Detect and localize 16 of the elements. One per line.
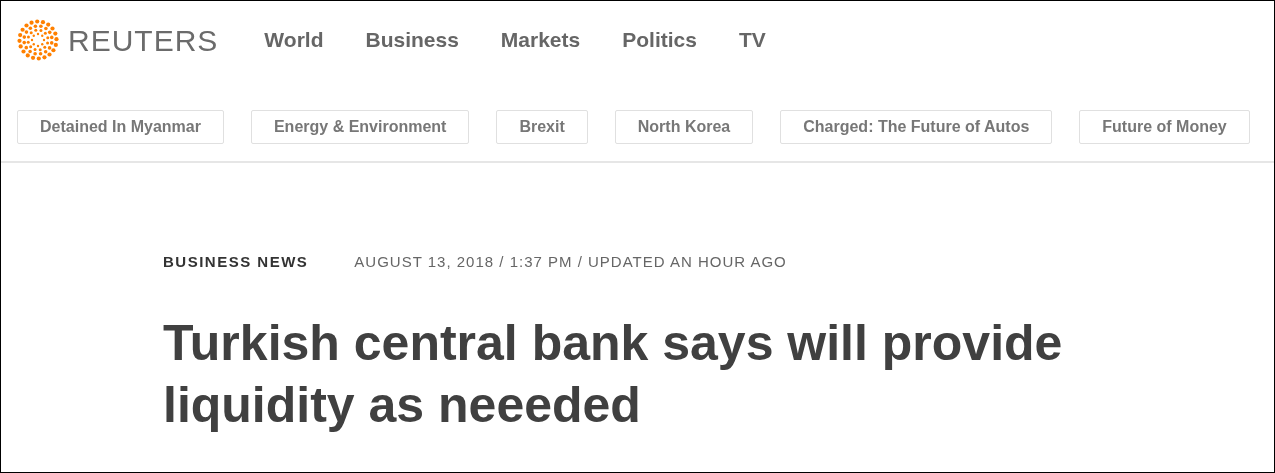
topic-link[interactable]: Brexit [496, 110, 588, 144]
logo-icon [16, 18, 60, 62]
topic-link[interactable]: Energy & Environment [250, 110, 470, 144]
topic-link[interactable]: Charged: The Future of Autos [780, 110, 1053, 144]
topic-link[interactable]: Detained In Myanmar [17, 110, 224, 144]
brand-name[interactable]: REUTERS [68, 17, 219, 63]
nav-link[interactable]: Politics [622, 24, 697, 56]
section-label[interactable]: BUSINESS NEWS [163, 251, 309, 274]
nav-link[interactable]: World [264, 24, 324, 56]
topic-link[interactable]: Future of Money [1079, 110, 1250, 144]
headline: Turkish central bank says will provide liquidity as neeeded [163, 313, 1064, 435]
topic-link[interactable]: North Korea [614, 110, 754, 144]
dateline: AUGUST 13, 2018 / 1:37 PM / UPDATED AN HOUR AGO [354, 252, 787, 272]
nav-link[interactable]: TV [738, 24, 766, 56]
nav-link[interactable]: Business [365, 24, 459, 56]
nav-link[interactable]: Markets [500, 24, 581, 56]
